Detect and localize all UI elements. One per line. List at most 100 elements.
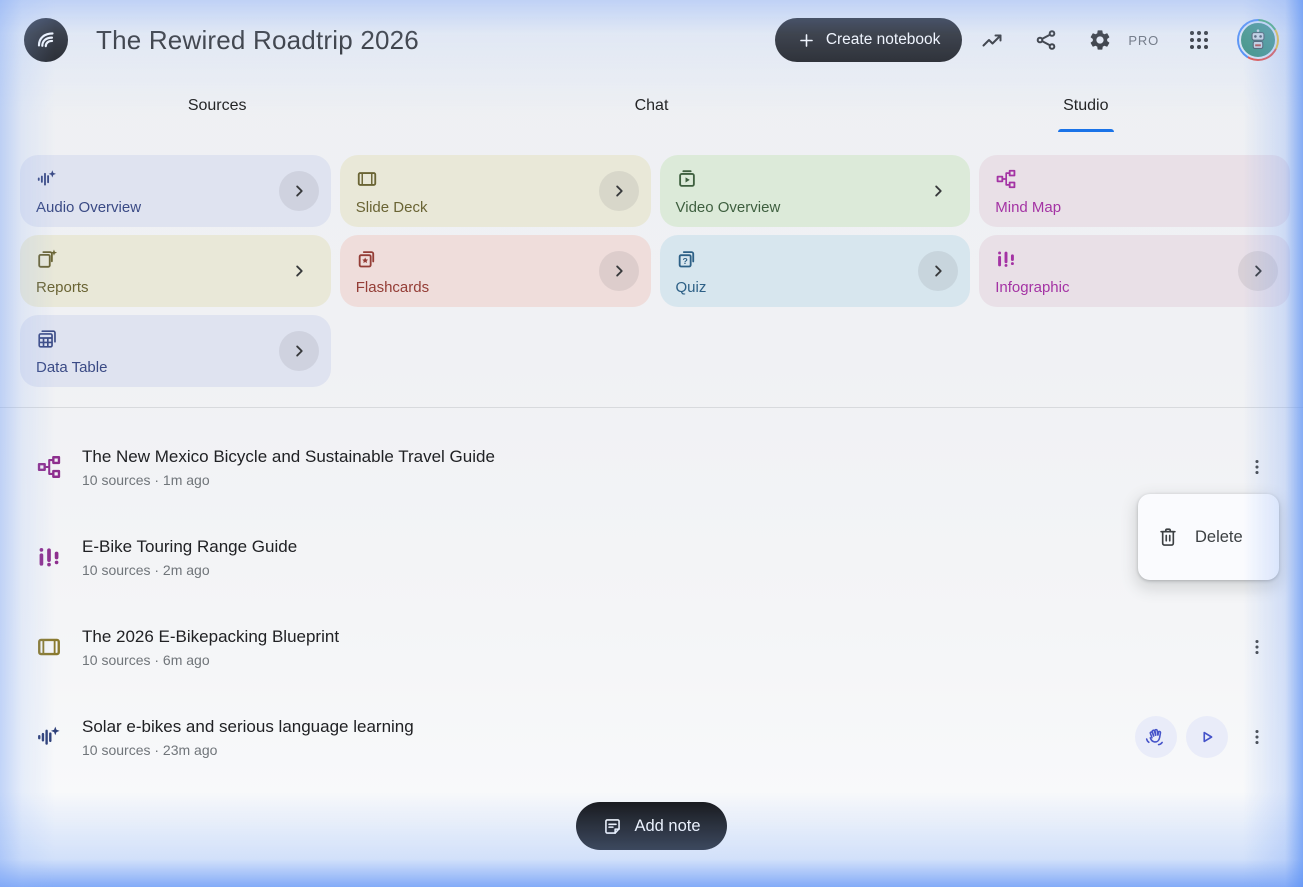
studio-tool-slide-deck[interactable]: Slide Deck xyxy=(340,155,651,227)
artifact-actions xyxy=(1237,447,1277,487)
audio-waveform-sparkle-icon xyxy=(36,724,62,750)
tool-label: Audio Overview xyxy=(36,199,141,216)
more-options-icon[interactable] xyxy=(1237,447,1277,487)
note-icon xyxy=(602,816,623,837)
app-header: The Rewired Roadtrip 2026 Create noteboo… xyxy=(0,0,1303,80)
apps-grid-icon xyxy=(1187,28,1211,52)
notebook-title[interactable]: The Rewired Roadtrip 2026 xyxy=(96,25,419,56)
video-overview-icon xyxy=(676,168,698,190)
studio-tool-reports[interactable]: Reports xyxy=(20,235,331,307)
studio-tool-flashcards[interactable]: Flashcards xyxy=(340,235,651,307)
tab-studio[interactable]: Studio xyxy=(869,80,1303,132)
chevron-right-icon[interactable] xyxy=(279,331,319,371)
tool-label: Reports xyxy=(36,279,89,296)
studio-tool-audio-overview[interactable]: Audio Overview xyxy=(20,155,331,227)
add-note-button[interactable]: Add note xyxy=(576,802,726,850)
artifact-meta: 10 sources · 6m ago xyxy=(82,652,339,668)
chevron-right-icon[interactable] xyxy=(918,171,958,211)
artifact-row-infographic[interactable]: E-Bike Touring Range Guide 10 sources · … xyxy=(0,512,1303,602)
add-note-container: Add note xyxy=(0,802,1303,850)
slide-deck-icon xyxy=(36,634,62,660)
chevron-right-icon[interactable] xyxy=(599,171,639,211)
studio-tools-grid: Audio Overview Slide Deck Video Overview xyxy=(20,155,1290,387)
trending-up-icon xyxy=(980,28,1004,52)
more-options-icon[interactable] xyxy=(1237,627,1277,667)
artifact-meta: 10 sources · 23m ago xyxy=(82,742,414,758)
flashcards-icon xyxy=(356,248,378,270)
tool-label: Quiz xyxy=(676,279,707,296)
add-note-label: Add note xyxy=(634,817,700,836)
mind-map-icon xyxy=(36,454,62,480)
studio-tool-mind-map[interactable]: Mind Map xyxy=(979,155,1290,227)
more-options-icon[interactable] xyxy=(1237,717,1277,757)
artifact-title: The 2026 E-Bikepacking Blueprint xyxy=(82,627,339,647)
interactive-mode-button[interactable] xyxy=(1135,716,1177,758)
notebooklm-logo[interactable] xyxy=(24,18,68,62)
create-notebook-label: Create notebook xyxy=(826,31,941,49)
panel-tabs: Sources Chat Studio xyxy=(0,80,1303,132)
chevron-right-icon[interactable] xyxy=(599,251,639,291)
trash-icon xyxy=(1157,526,1179,548)
tab-studio-label: Studio xyxy=(1063,97,1108,115)
tab-sources[interactable]: Sources xyxy=(0,80,434,132)
tool-label: Mind Map xyxy=(995,199,1061,216)
artifact-row-audio-overview[interactable]: Solar e-bikes and serious language learn… xyxy=(0,692,1303,782)
settings-gear-icon xyxy=(1088,28,1112,52)
create-notebook-button[interactable]: Create notebook xyxy=(775,18,963,62)
mind-map-icon xyxy=(995,168,1017,190)
artifact-actions xyxy=(1135,716,1277,758)
context-menu: Delete xyxy=(1138,494,1279,580)
quiz-icon: ? xyxy=(676,248,698,270)
studio-tool-infographic[interactable]: Infographic xyxy=(979,235,1290,307)
tab-chat[interactable]: Chat xyxy=(434,80,868,132)
chevron-right-icon[interactable] xyxy=(918,251,958,291)
studio-tool-video-overview[interactable]: Video Overview xyxy=(660,155,971,227)
tool-label: Flashcards xyxy=(356,279,429,296)
artifact-text: The 2026 E-Bikepacking Blueprint 10 sour… xyxy=(82,627,339,668)
share-button[interactable] xyxy=(1022,16,1070,64)
play-icon xyxy=(1196,726,1218,748)
interactive-mode-icon xyxy=(1145,726,1167,748)
analytics-button[interactable] xyxy=(968,16,1016,64)
data-table-icon xyxy=(36,328,58,350)
avatar-robot-image xyxy=(1239,21,1277,59)
infographic-icon xyxy=(995,248,1017,270)
tool-label: Video Overview xyxy=(676,199,781,216)
tab-sources-label: Sources xyxy=(188,97,247,115)
slide-deck-icon xyxy=(356,168,378,190)
section-divider xyxy=(0,407,1303,408)
tool-label: Slide Deck xyxy=(356,199,428,216)
studio-tool-quiz[interactable]: ? Quiz xyxy=(660,235,971,307)
artifact-title: E-Bike Touring Range Guide xyxy=(82,537,297,557)
google-apps-button[interactable] xyxy=(1175,16,1223,64)
artifact-title: The New Mexico Bicycle and Sustainable T… xyxy=(82,447,495,467)
share-icon xyxy=(1034,28,1058,52)
artifact-title: Solar e-bikes and serious language learn… xyxy=(82,717,414,737)
plus-icon xyxy=(797,31,816,50)
header-actions: Create notebook P xyxy=(775,16,1279,64)
artifact-actions xyxy=(1237,627,1277,667)
delete-menu-item[interactable]: Delete xyxy=(1138,526,1279,548)
chevron-right-icon[interactable] xyxy=(279,171,319,211)
artifact-row-slide-deck[interactable]: The 2026 E-Bikepacking Blueprint 10 sour… xyxy=(0,602,1303,692)
avatar[interactable] xyxy=(1237,19,1279,61)
settings-button[interactable] xyxy=(1076,16,1124,64)
audio-waveform-sparkle-icon xyxy=(36,168,58,190)
svg-text:?: ? xyxy=(682,256,687,266)
chevron-right-icon[interactable] xyxy=(279,251,319,291)
infographic-icon xyxy=(36,544,62,570)
studio-tool-data-table[interactable]: Data Table xyxy=(20,315,331,387)
artifact-meta: 10 sources · 1m ago xyxy=(82,472,495,488)
chevron-right-icon[interactable] xyxy=(1238,251,1278,291)
tool-label: Infographic xyxy=(995,279,1069,296)
tab-chat-label: Chat xyxy=(635,97,669,115)
artifact-meta: 10 sources · 2m ago xyxy=(82,562,297,578)
artifact-text: E-Bike Touring Range Guide 10 sources · … xyxy=(82,537,297,578)
studio-output-list: The New Mexico Bicycle and Sustainable T… xyxy=(0,422,1303,782)
play-button[interactable] xyxy=(1186,716,1228,758)
pro-badge: PRO xyxy=(1128,33,1159,48)
artifact-text: The New Mexico Bicycle and Sustainable T… xyxy=(82,447,495,488)
tool-label: Data Table xyxy=(36,359,107,376)
artifact-text: Solar e-bikes and serious language learn… xyxy=(82,717,414,758)
artifact-row-mind-map[interactable]: The New Mexico Bicycle and Sustainable T… xyxy=(0,422,1303,512)
